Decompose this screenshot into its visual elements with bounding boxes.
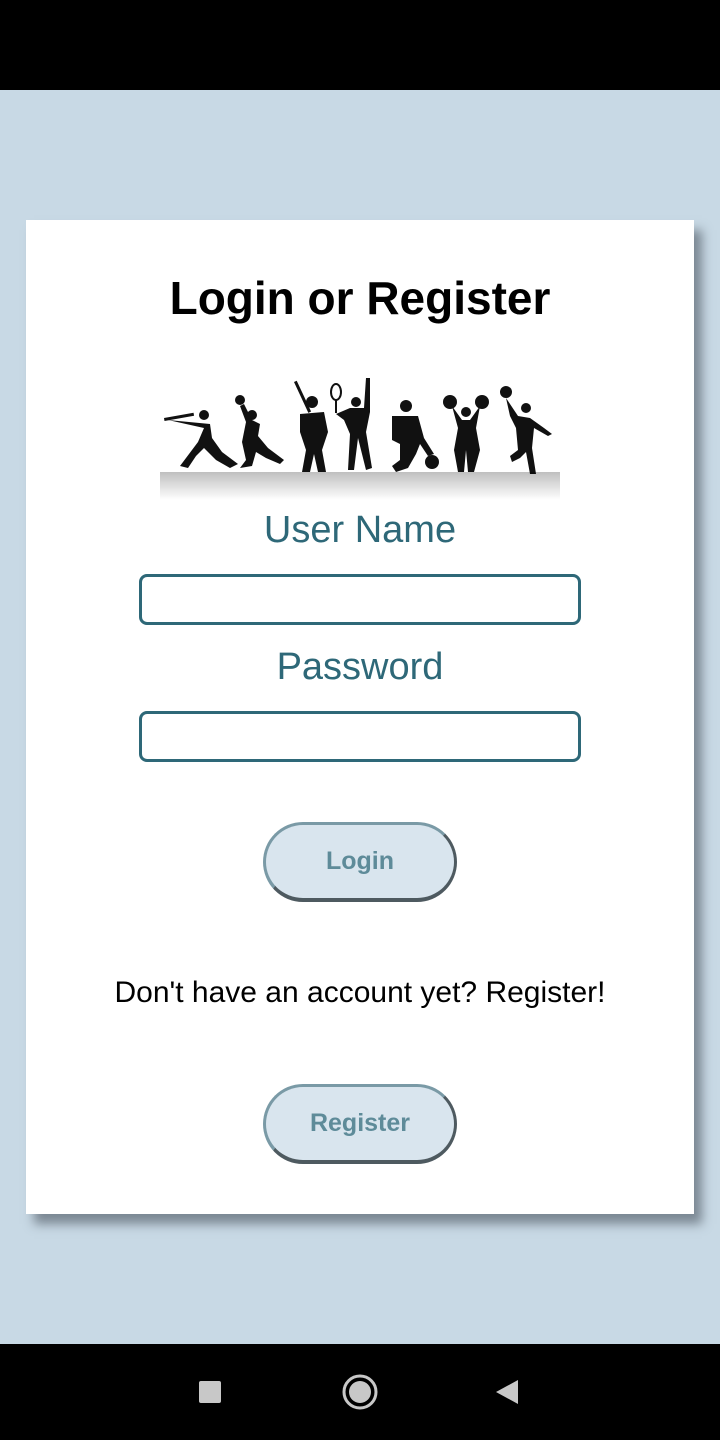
register-button[interactable]: Register: [263, 1084, 457, 1164]
circle-home-icon[interactable]: [340, 1372, 380, 1412]
square-recent-apps-icon[interactable]: [198, 1380, 222, 1404]
login-button[interactable]: Login: [263, 822, 457, 902]
triangle-back-icon[interactable]: [494, 1378, 520, 1406]
password-label: Password: [276, 646, 444, 688]
password-input[interactable]: [139, 711, 581, 762]
sports-silhouettes-icon: [160, 378, 560, 500]
status-bar: [0, 0, 720, 90]
page-title: Login or Register: [169, 272, 551, 324]
username-label: User Name: [263, 509, 457, 551]
navigation-bar: [0, 1344, 720, 1440]
username-input[interactable]: [139, 574, 581, 625]
register-prompt: Don't have an account yet? Register!: [114, 976, 606, 1009]
